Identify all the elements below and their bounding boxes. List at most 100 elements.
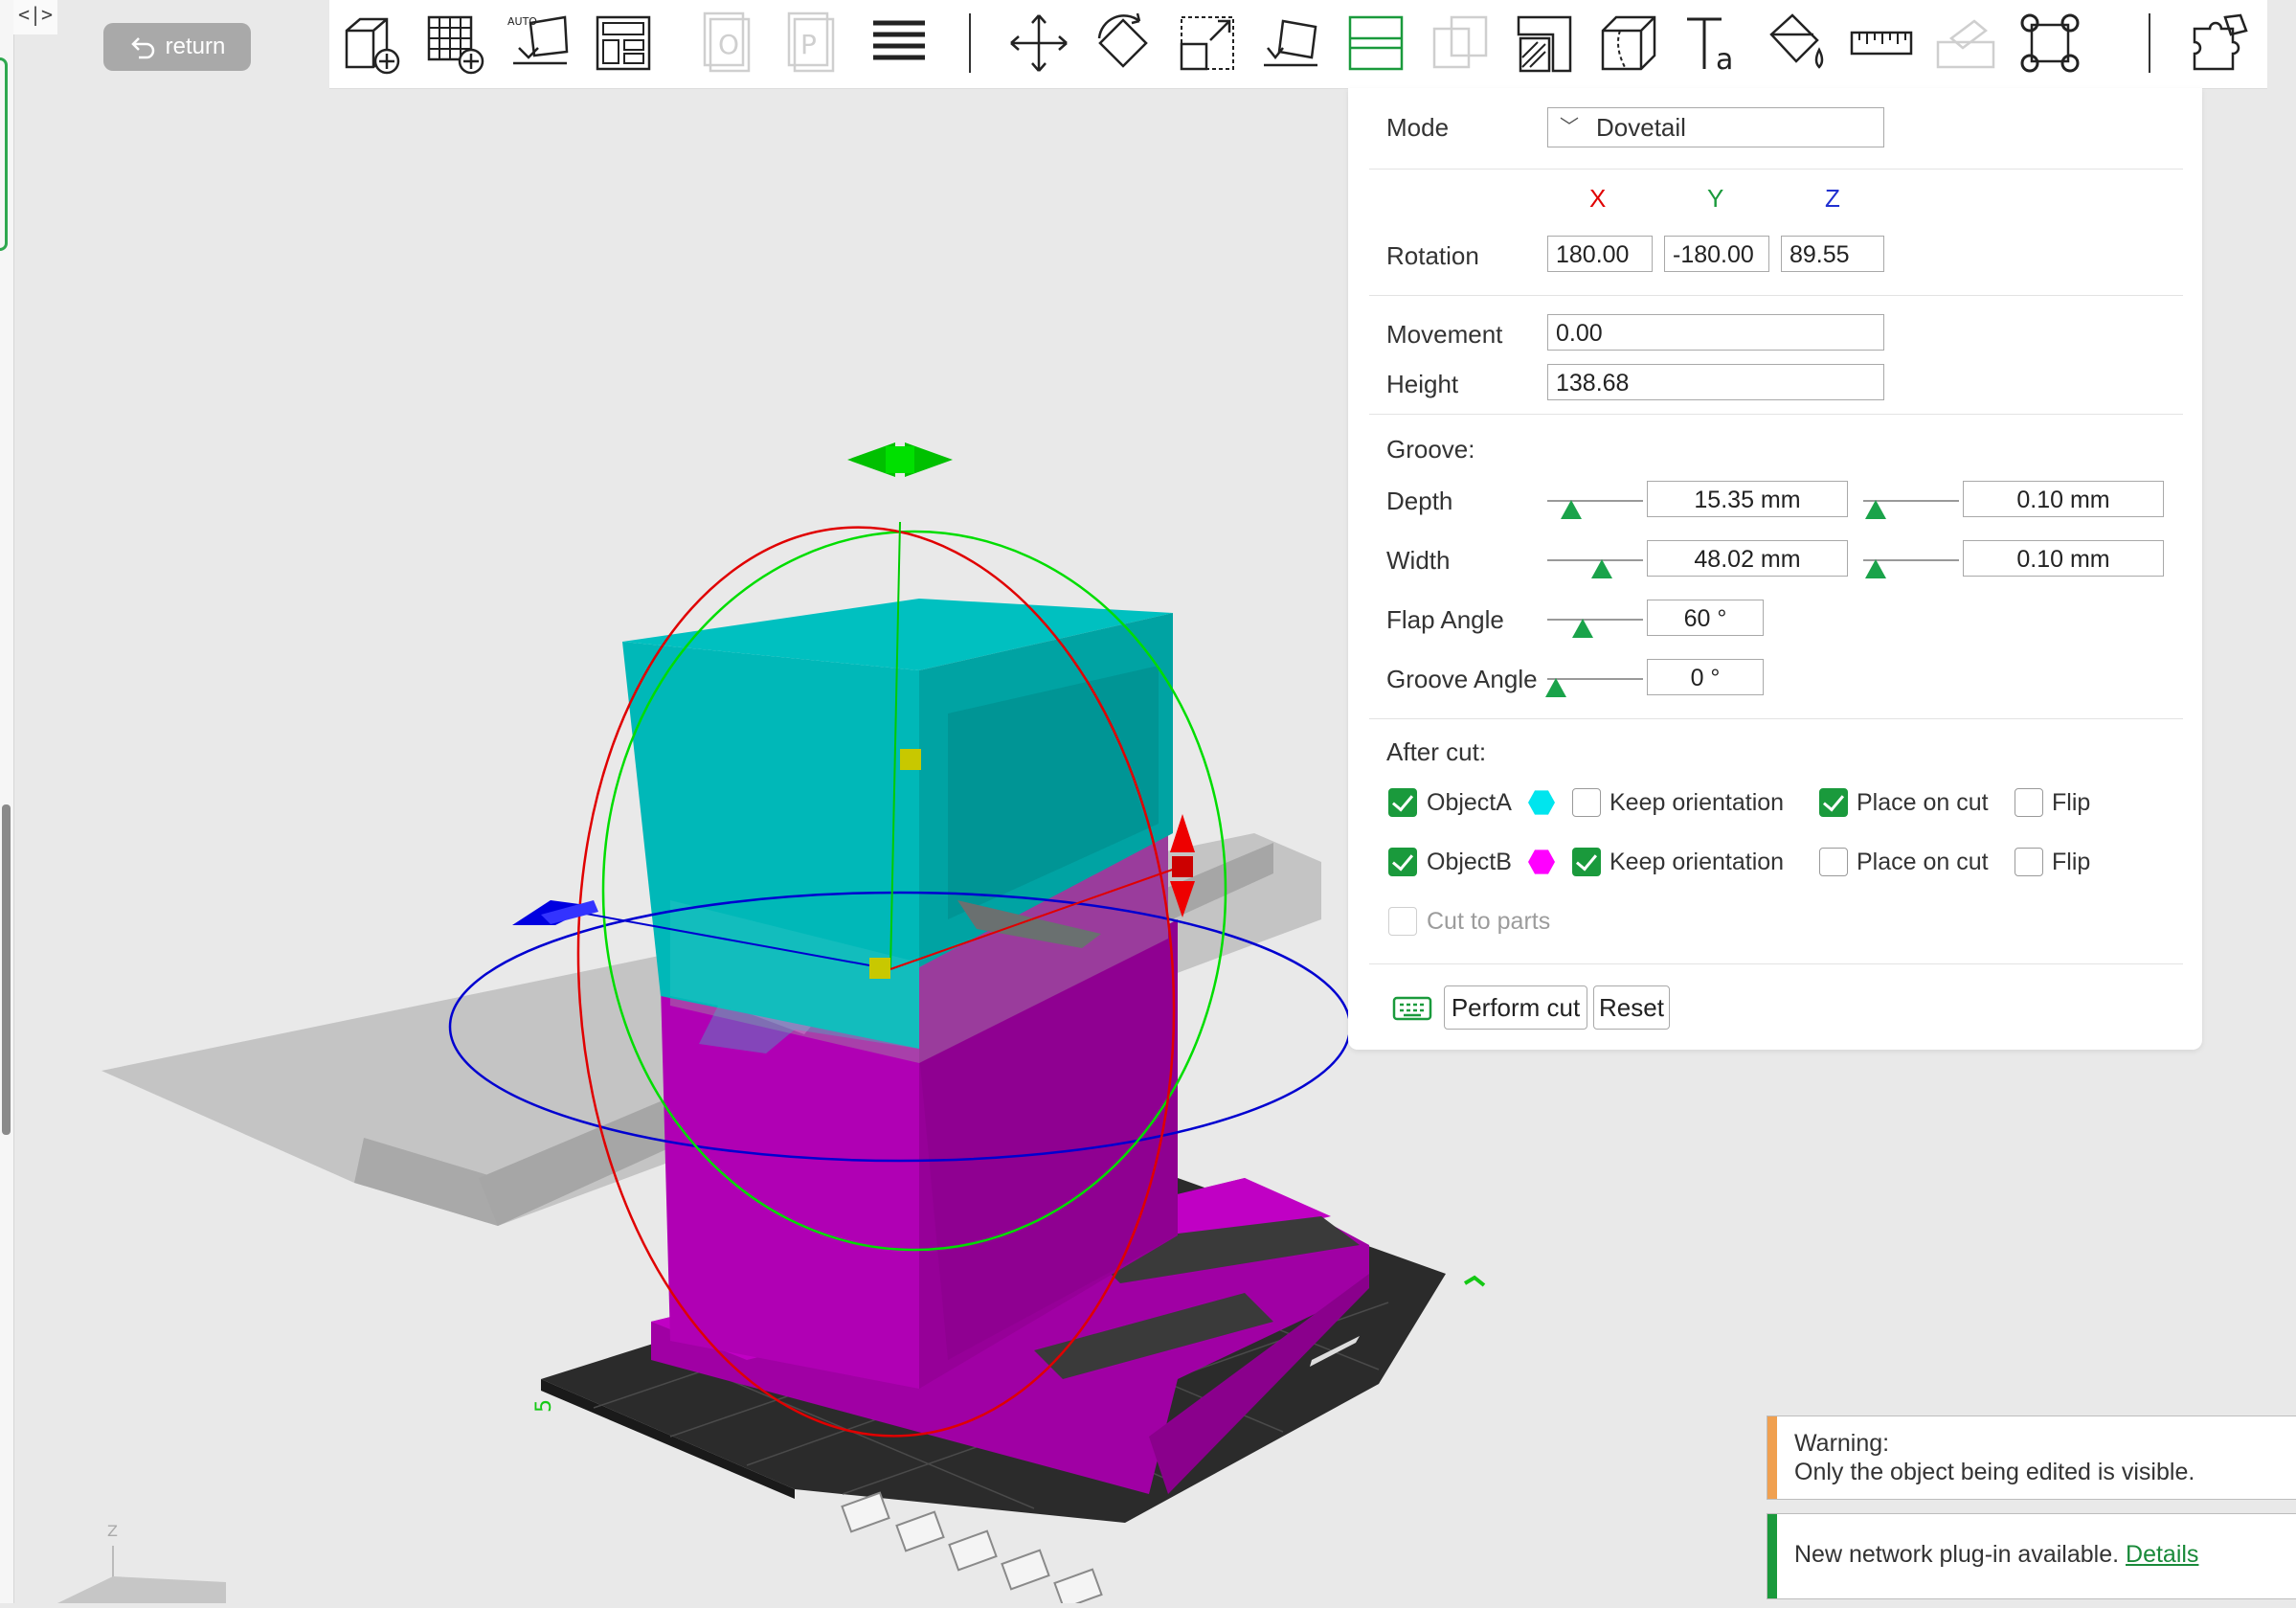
rotation-y-input[interactable]: -180.00 — [1664, 236, 1769, 272]
arrange-icon[interactable] — [590, 10, 657, 77]
object-b-flip-checkbox[interactable] — [2015, 848, 2043, 876]
assembly-icon[interactable] — [1932, 10, 1999, 77]
movement-label: Movement — [1386, 320, 1503, 349]
divider — [1369, 963, 2183, 964]
depth-slider[interactable] — [1547, 492, 1643, 521]
warning-title: Warning: — [1794, 1430, 1890, 1457]
keyboard-icon[interactable] — [1392, 994, 1432, 1023]
keep-orientation-label: Keep orientation — [1609, 849, 1785, 875]
gizmo-center-top — [900, 749, 921, 770]
gizmo-y-handle — [847, 442, 953, 477]
collapse-sidebar-button[interactable]: <|> — [13, 0, 57, 34]
split-parts-icon[interactable]: P — [781, 10, 848, 77]
plate-label: 5 — [532, 1399, 556, 1413]
axis-x-label: X — [1589, 184, 1607, 213]
object-a-place-on-cut-checkbox[interactable] — [1819, 788, 1848, 817]
return-button[interactable]: return — [103, 23, 251, 71]
keep-orientation-label: Keep orientation — [1609, 789, 1785, 816]
auto-orient-icon[interactable]: AUTO — [506, 10, 573, 77]
svg-text:P: P — [800, 29, 817, 60]
place-on-cut-label: Place on cut — [1857, 789, 1989, 816]
depth-tolerance-input[interactable]: 0.10 mm — [1963, 481, 2164, 517]
groove-angle-slider[interactable] — [1545, 670, 1643, 699]
after-cut-title: After cut: — [1386, 737, 1487, 766]
warning-accent-bar — [1767, 1416, 1777, 1499]
brim-ears-icon[interactable] — [2016, 10, 2083, 77]
mode-value: Dovetail — [1596, 113, 1686, 142]
divider — [1369, 295, 2183, 296]
groove-title: Groove: — [1386, 435, 1475, 464]
cut-to-parts-label: Cut to parts — [1427, 908, 1551, 935]
divider — [1369, 414, 2183, 415]
return-label: return — [165, 34, 226, 59]
axis-z-label: Z — [1825, 184, 1840, 213]
mode-select[interactable]: ﹀ Dovetail — [1547, 107, 1884, 147]
depth-label: Depth — [1386, 487, 1453, 515]
split-objects-icon[interactable]: O — [697, 10, 764, 77]
flap-angle-input[interactable]: 60 ° — [1647, 600, 1764, 636]
place-on-cut-label: Place on cut — [1857, 849, 1989, 875]
text-icon[interactable]: a — [1679, 10, 1746, 77]
cut-to-parts-checkbox[interactable] — [1388, 907, 1417, 936]
rotation-label: Rotation — [1386, 241, 1479, 270]
depth-tolerance-slider[interactable] — [1863, 492, 1959, 521]
puzzle-icon[interactable] — [2187, 10, 2254, 77]
reset-button[interactable]: Reset — [1593, 985, 1670, 1030]
support-painting-icon[interactable] — [1511, 10, 1578, 77]
axis-y-label: Y — [1707, 184, 1724, 213]
sidebar-active-indicator — [0, 57, 8, 251]
rotation-x-input[interactable]: 180.00 — [1547, 236, 1653, 272]
add-plate-icon[interactable] — [421, 10, 488, 77]
height-input[interactable]: 138.68 — [1547, 364, 1884, 400]
groove-angle-label: Groove Angle — [1386, 665, 1538, 693]
perform-cut-button[interactable]: Perform cut — [1444, 985, 1587, 1030]
flap-angle-slider[interactable] — [1547, 611, 1643, 640]
top-toolbar: AUTO O P a — [329, 0, 2267, 89]
sidebar-scrollbar[interactable] — [2, 804, 11, 1135]
divider — [1369, 718, 2183, 719]
movement-input[interactable]: 0.00 — [1547, 314, 1884, 351]
flip-label: Flip — [2052, 849, 2091, 875]
width-tolerance-slider[interactable] — [1863, 552, 1959, 580]
width-tolerance-input[interactable]: 0.10 mm — [1963, 540, 2164, 577]
warning-notification: Warning: Only the object being edited is… — [1767, 1415, 2296, 1500]
object-a-keep-orientation-checkbox[interactable] — [1572, 788, 1601, 817]
flap-angle-label: Flap Angle — [1386, 605, 1504, 634]
mesh-boolean-icon[interactable] — [1427, 10, 1494, 77]
flip-label: Flip — [2052, 789, 2091, 816]
cut-icon[interactable] — [1342, 10, 1409, 77]
gizmo-z-handle — [512, 900, 598, 925]
chevron-down-icon: ﹀ — [1560, 117, 1579, 138]
object-a-flip-checkbox[interactable] — [2015, 788, 2043, 817]
toolbar-separator — [969, 13, 971, 73]
lay-on-face-icon[interactable] — [1258, 10, 1325, 77]
left-sidebar-strip — [0, 0, 14, 1603]
rotate-icon[interactable] — [1090, 10, 1157, 77]
object-a-label: ObjectA — [1427, 789, 1512, 816]
rotation-z-input[interactable]: 89.55 — [1781, 236, 1884, 272]
object-a-color-swatch — [1528, 790, 1555, 815]
plugin-notification: New network plug-in available. Details — [1767, 1513, 2296, 1599]
object-b-place-on-cut-checkbox[interactable] — [1819, 848, 1848, 876]
measure-icon[interactable] — [1848, 10, 1915, 77]
cut-tool-panel: Mode ﹀ Dovetail X Y Z Rotation 180.00 -1… — [1348, 88, 2202, 1050]
groove-angle-input[interactable]: 0 ° — [1647, 659, 1764, 695]
axis-orientation-indicator: Z — [54, 1522, 226, 1603]
gizmo-center — [869, 958, 890, 979]
width-input[interactable]: 48.02 mm — [1647, 540, 1848, 577]
depth-input[interactable]: 15.35 mm — [1647, 481, 1848, 517]
color-painting-icon[interactable] — [1764, 10, 1831, 77]
object-a-checkbox[interactable] — [1388, 788, 1417, 817]
warning-text: Only the object being edited is visible. — [1794, 1459, 2195, 1485]
move-icon[interactable] — [1005, 10, 1072, 77]
seam-painting-icon[interactable] — [1595, 10, 1662, 77]
add-object-icon[interactable] — [337, 10, 404, 77]
layers-icon[interactable] — [866, 10, 933, 77]
width-slider[interactable] — [1547, 552, 1643, 580]
scale-icon[interactable] — [1174, 10, 1241, 77]
object-b-keep-orientation-checkbox[interactable] — [1572, 848, 1601, 876]
plugin-details-link[interactable]: Details — [2126, 1541, 2198, 1568]
object-b-checkbox[interactable] — [1388, 848, 1417, 876]
height-label: Height — [1386, 370, 1459, 398]
object-b-label: ObjectB — [1427, 849, 1512, 875]
